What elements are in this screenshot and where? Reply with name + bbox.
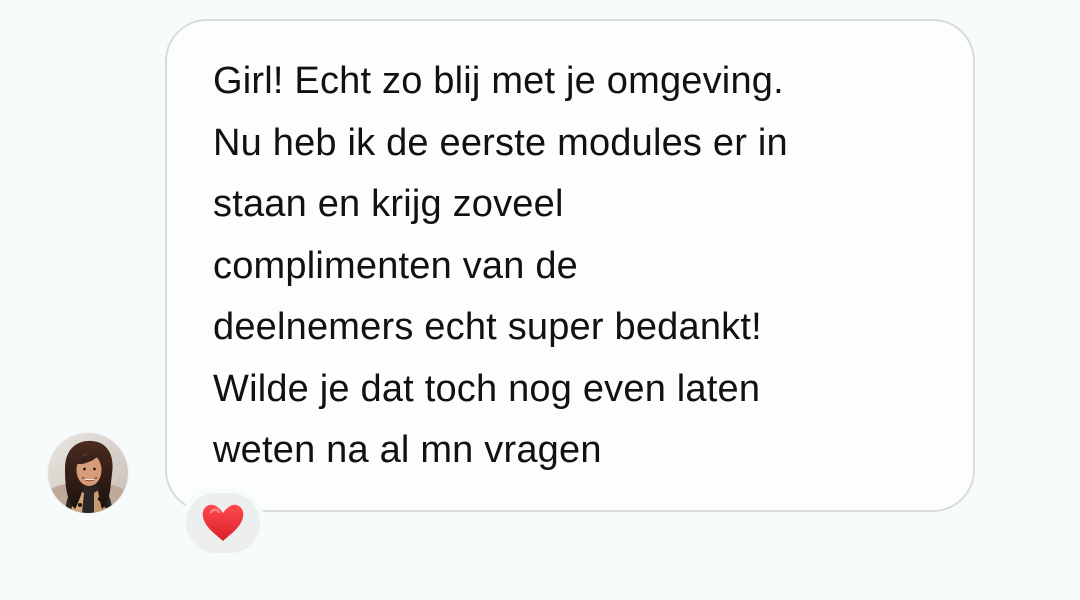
red-heart-icon: [202, 504, 244, 541]
profile-photo-icon: [48, 433, 128, 513]
message-line-3: staan en krijg zoveel: [213, 183, 564, 225]
message-line-1: Girl! Echt zo blij met je omgeving.: [213, 60, 784, 102]
received-message-bubble[interactable]: Girl! Echt zo blij met je omgeving. Nu h…: [165, 19, 975, 512]
heart-reaction[interactable]: [181, 488, 265, 558]
message-line-4: complimenten van de: [213, 244, 579, 287]
sender-avatar[interactable]: [48, 433, 128, 513]
message-line-6: Wilde je dat toch nog even laten: [213, 367, 761, 410]
message-line-5: deelnemers echt super bedankt!: [213, 306, 762, 348]
message-line-7: weten na al mn vragen: [213, 429, 602, 471]
message-text: Girl! Echt zo blij met je omgeving. Nu h…: [213, 51, 788, 482]
message-line-2: Nu heb ik de eerste modules er in: [213, 121, 788, 164]
